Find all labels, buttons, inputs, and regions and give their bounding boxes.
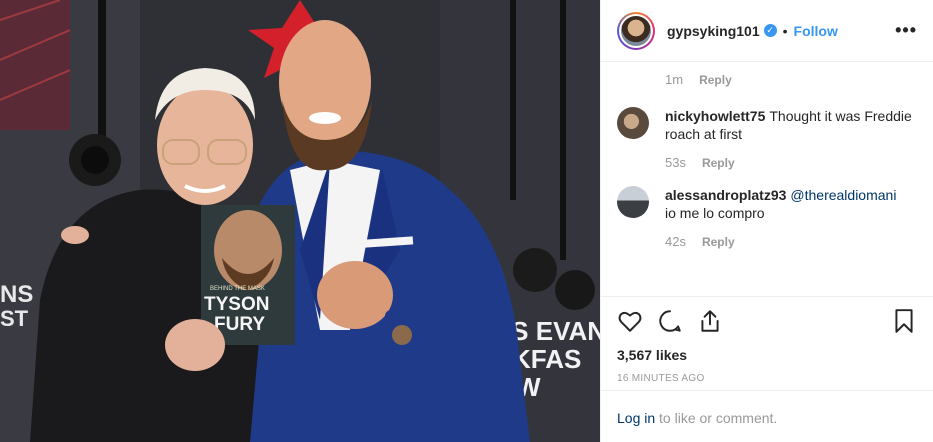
- svg-text:ST: ST: [0, 306, 29, 331]
- commenter-avatar[interactable]: [617, 186, 649, 218]
- photo-illustration: NS ST 'S EVAN KFAS W BEHIND THE MASK TYS…: [0, 0, 600, 442]
- post-header: gypsyking101 ✓ • Follow •••: [601, 0, 933, 62]
- instagram-post: NS ST 'S EVAN KFAS W BEHIND THE MASK TYS…: [0, 0, 933, 442]
- separator-dot: •: [782, 22, 788, 39]
- commenter-username[interactable]: nickyhowlett75: [665, 108, 765, 124]
- svg-text:TYSON: TYSON: [204, 294, 269, 315]
- post-side-panel: gypsyking101 ✓ • Follow ••• 1m Reply nic…: [600, 0, 933, 442]
- comment-time: 42s: [665, 234, 686, 249]
- share-icon[interactable]: [697, 308, 723, 334]
- comment-item: alessandroplatz93 @therealdiomani io me l…: [617, 178, 917, 222]
- follow-button[interactable]: Follow: [794, 23, 838, 39]
- login-link[interactable]: Log in: [617, 410, 655, 426]
- post-actions: 3,567 likes 16 MINUTES AGO: [601, 296, 933, 384]
- comment-meta: 53s Reply: [617, 143, 917, 178]
- comment-item: nickyhowlett75 Thought it was Freddie roa…: [617, 99, 917, 143]
- backdrop-text-left: NS: [0, 281, 33, 308]
- comment-text: io me lo compro: [665, 205, 765, 221]
- username-link[interactable]: gypsyking101: [667, 23, 760, 39]
- login-suffix: to like or comment.: [655, 410, 778, 426]
- comment-meta: 42s Reply: [617, 222, 917, 257]
- comment-icon[interactable]: [657, 308, 683, 334]
- commenter-username[interactable]: alessandroplatz93: [665, 187, 786, 203]
- profile-avatar[interactable]: [617, 11, 655, 50]
- book-cover: BEHIND THE MASK TYSON FURY: [201, 205, 295, 345]
- verified-badge-icon: ✓: [763, 24, 777, 37]
- comments-list[interactable]: 1m Reply nickyhowlett75 Thought it was Fr…: [601, 62, 933, 294]
- svg-text:FURY: FURY: [214, 314, 265, 335]
- login-prompt: Log in to like or comment.: [601, 390, 933, 426]
- comment-time: 1m: [665, 72, 684, 87]
- svg-text:BEHIND THE MASK: BEHIND THE MASK: [210, 286, 265, 292]
- bookmark-icon[interactable]: [891, 308, 917, 334]
- likes-count[interactable]: 3,567 likes: [617, 347, 917, 363]
- reply-button[interactable]: Reply: [702, 235, 735, 249]
- comment-meta: 1m Reply: [617, 62, 917, 99]
- heart-icon[interactable]: [617, 308, 643, 334]
- svg-text:KFAS: KFAS: [512, 344, 581, 374]
- avatar-image: [621, 15, 651, 46]
- post-photo[interactable]: NS ST 'S EVAN KFAS W BEHIND THE MASK TYS…: [0, 0, 600, 442]
- comment-mention-link[interactable]: @therealdiomani: [790, 187, 896, 203]
- reply-button[interactable]: Reply: [702, 156, 735, 170]
- reply-button[interactable]: Reply: [699, 73, 732, 87]
- comment-time: 53s: [665, 155, 686, 170]
- more-options-icon[interactable]: •••: [895, 20, 917, 41]
- post-timestamp: 16 MINUTES AGO: [617, 373, 705, 384]
- backdrop-text-right: 'S EVAN: [505, 316, 600, 346]
- commenter-avatar[interactable]: [617, 107, 649, 139]
